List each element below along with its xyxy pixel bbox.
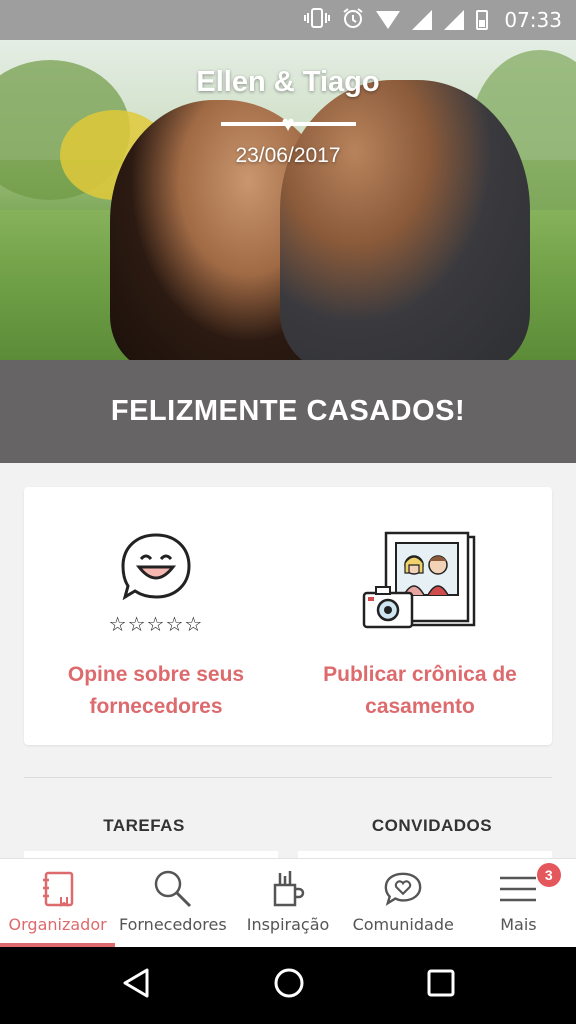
married-banner-text: FELIZMENTE CASADOS! (110, 395, 466, 427)
nav-label: Fornecedores (118, 915, 227, 934)
notification-badge: 3 (536, 863, 561, 887)
bottom-navigation: Organizador Fornecedores Inspiração Comu… (0, 858, 576, 947)
clock-time: 07:33 (504, 8, 562, 32)
review-vendors-label-line1: Opine sobre seus (67, 663, 245, 686)
wifi-icon (376, 11, 401, 29)
nav-organizador[interactable]: Organizador (0, 859, 116, 947)
back-icon[interactable] (121, 967, 151, 1004)
home-icon[interactable] (273, 967, 305, 1004)
vibrate-icon (304, 8, 331, 32)
couple-photo-header[interactable]: Ellen & Tiago ♥ 23/06/2017 (0, 40, 576, 360)
review-vendors-label: Opine sobre seus fornecedores (41, 659, 271, 723)
section-divider (24, 777, 552, 778)
publish-wedding-story-label-line1: Publicar crônica de (323, 663, 517, 686)
battery-icon (476, 10, 489, 30)
menu-icon (498, 869, 538, 909)
notebook-icon (38, 869, 78, 909)
recents-icon[interactable] (427, 969, 455, 1002)
signal-icon (444, 10, 465, 30)
actions-card: ☆☆☆☆☆ Opine sobre seus fornecedores Publ… (24, 487, 552, 745)
review-vendors-action[interactable]: ☆☆☆☆☆ Opine sobre seus fornecedores (24, 487, 288, 745)
wedding-date: 23/06/2017 (235, 144, 341, 167)
system-navigation-bar (0, 947, 576, 1024)
nav-label: Inspiração (246, 915, 330, 934)
rating-stars: ☆☆☆☆☆ (108, 612, 204, 636)
publish-wedding-story-label: Publicar crônica de casamento (305, 659, 535, 723)
nav-inspiracao[interactable]: Inspiração (230, 859, 345, 947)
overview-sections: TAREFAS CONVIDADOS (0, 816, 576, 836)
couple-names: Ellen & Tiago (196, 66, 380, 98)
status-bar: 07:33 (0, 0, 576, 40)
tasks-section-title[interactable]: TAREFAS (0, 816, 288, 836)
signal-icon (412, 10, 433, 30)
nav-label: Organizador (8, 915, 107, 934)
married-banner: FELIZMENTE CASADOS! (0, 360, 576, 463)
guests-section-title[interactable]: CONVIDADOS (288, 816, 576, 836)
publish-wedding-story-action[interactable]: Publicar crônica de casamento (288, 487, 552, 745)
nav-mais[interactable]: Mais 3 (461, 859, 576, 947)
search-icon (153, 869, 193, 909)
nav-label: Comunidade (352, 915, 454, 934)
nav-comunidade[interactable]: Comunidade (346, 859, 461, 947)
alarm-icon (342, 7, 364, 33)
photo-camera-icon (362, 531, 478, 636)
review-vendors-label-line2: fornecedores (89, 695, 223, 718)
nav-label: Mais (500, 915, 537, 934)
publish-wedding-story-label-line2: casamento (365, 695, 475, 718)
chat-heart-icon (383, 869, 423, 909)
nav-fornecedores[interactable]: Fornecedores (115, 859, 230, 947)
heart-icon: ♥ (281, 111, 295, 136)
pencil-cup-icon (268, 869, 308, 909)
smiley-icon (119, 531, 193, 608)
